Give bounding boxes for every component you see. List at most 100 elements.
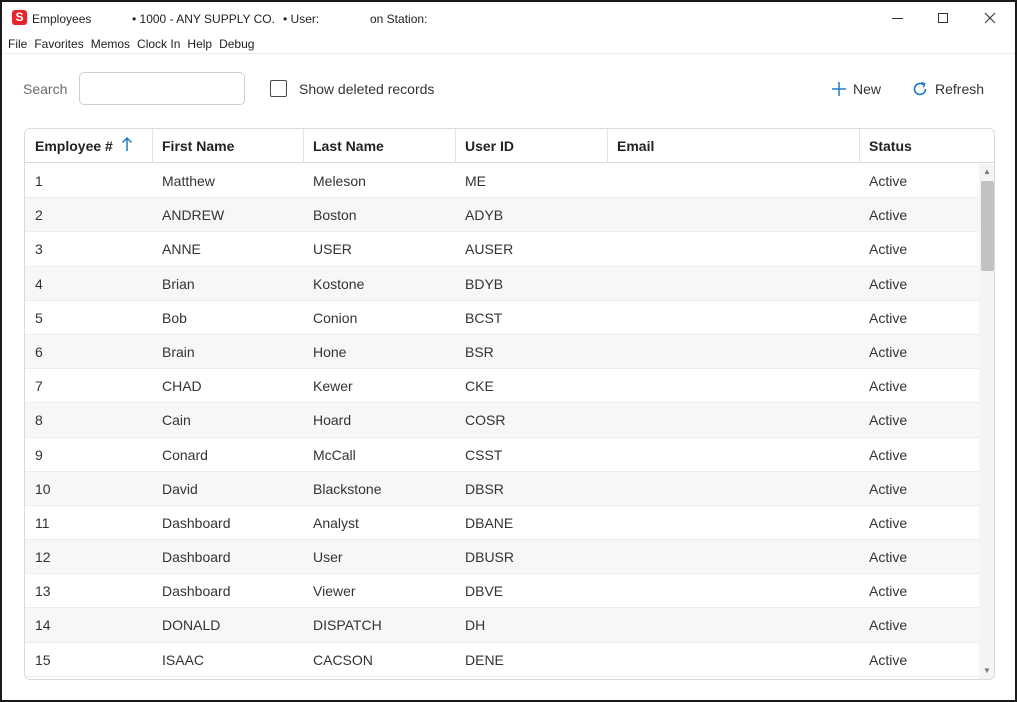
first-name-cell: Dashboard — [162, 549, 231, 566]
user-id-cell: BCST — [465, 309, 503, 326]
close-button[interactable] — [967, 2, 1013, 34]
status-cell: Active — [869, 275, 908, 292]
email-cell — [607, 472, 617, 506]
show-deleted-label[interactable]: Show deleted records — [299, 81, 434, 97]
table-row[interactable]: 13 Dashboard Viewer DBVE Active — [25, 574, 979, 609]
email-cell — [607, 403, 617, 437]
first-name-cell: Brian — [162, 275, 195, 292]
maximize-button[interactable] — [920, 2, 966, 34]
minimize-icon — [891, 17, 903, 19]
vertical-scrollbar[interactable]: ▲ ▼ — [979, 164, 994, 679]
table-row[interactable]: 1 Matthew Meleson ME Active — [25, 164, 979, 199]
status-cell: Active — [869, 343, 908, 360]
menu-divider — [2, 53, 1015, 54]
employee-number-cell: 15 — [35, 651, 51, 668]
refresh-icon — [911, 80, 929, 98]
table-row[interactable]: 10 David Blackstone DBSR Active — [25, 471, 979, 506]
new-button-label: New — [853, 81, 882, 97]
table-row[interactable]: 3 ANNE USER AUSER Active — [25, 232, 979, 267]
table-row[interactable]: 8 Cain Hoard COSR Active — [25, 403, 979, 438]
user-id-cell: CKE — [465, 378, 494, 395]
table-row[interactable]: 7 CHAD Kewer CKE Active — [25, 369, 979, 404]
last-name-cell: DISPATCH — [313, 617, 382, 634]
last-name-cell: User — [313, 549, 343, 566]
menu-bar: File Favorites Memos Clock In Help Debug — [8, 37, 261, 53]
menu-clock-in[interactable]: Clock In — [137, 37, 180, 53]
table-row[interactable]: 2 ANDREW Boston ADYB Active — [25, 198, 979, 233]
status-cell: Active — [869, 173, 908, 189]
last-name-cell: Kostone — [313, 275, 365, 292]
column-header-employee-number[interactable]: Employee # — [25, 129, 153, 163]
email-cell — [607, 267, 617, 301]
column-header-first-name[interactable]: First Name — [152, 129, 304, 163]
column-header-last-name[interactable]: Last Name — [303, 129, 456, 163]
column-header-user-id[interactable]: User ID — [455, 129, 608, 163]
new-button[interactable]: New — [831, 78, 881, 100]
user-id-cell: DBSR — [465, 480, 504, 497]
user-id-cell: AUSER — [465, 241, 514, 258]
email-cell — [607, 369, 617, 403]
user-id-cell: CSST — [465, 446, 503, 463]
first-name-cell: ANNE — [162, 241, 201, 258]
user-id-cell: BDYB — [465, 275, 504, 292]
menu-memos[interactable]: Memos — [91, 37, 130, 53]
station-label: on Station: — [370, 12, 428, 26]
last-name-cell: Hoard — [313, 412, 352, 429]
table-row[interactable]: 14 DONALD DISPATCH DH Active — [25, 608, 979, 643]
scroll-down-arrow-icon[interactable]: ▼ — [979, 664, 994, 678]
last-name-cell: Blackstone — [313, 480, 382, 497]
employee-number-cell: 5 — [35, 309, 43, 326]
user-id-cell: DBUSR — [465, 549, 515, 566]
first-name-cell: Matthew — [162, 173, 215, 189]
table-row[interactable]: 12 Dashboard User DBUSR Active — [25, 540, 979, 575]
first-name-cell: ANDREW — [162, 207, 225, 224]
refresh-button[interactable]: Refresh — [911, 78, 984, 100]
minimize-button[interactable] — [874, 2, 920, 34]
search-input[interactable] — [79, 72, 245, 105]
status-cell: Active — [869, 651, 908, 668]
column-header-email[interactable]: Email — [607, 129, 860, 163]
column-header-label: Status — [869, 138, 912, 154]
maximize-icon — [938, 13, 948, 23]
title-bar: S Employees • 1000 - ANY SUPPLY CO. • Us… — [2, 2, 1015, 36]
employee-number-cell: 7 — [35, 378, 43, 395]
last-name-cell: McCall — [313, 446, 356, 463]
user-id-cell: BSR — [465, 343, 494, 360]
user-id-cell: ADYB — [465, 207, 504, 224]
employee-number-cell: 6 — [35, 343, 43, 360]
status-cell: Active — [869, 207, 908, 224]
column-header-label: Last Name — [313, 138, 384, 154]
grid-body: 1 Matthew Meleson ME Active 2 ANDREW Boston ADYB… — [25, 164, 979, 677]
menu-file[interactable]: File — [8, 37, 27, 53]
column-header-status[interactable]: Status — [859, 129, 994, 163]
menu-favorites[interactable]: Favorites — [34, 37, 83, 53]
menu-debug[interactable]: Debug — [219, 37, 254, 53]
table-row[interactable]: 11 Dashboard Analyst DBANE Active — [25, 506, 979, 541]
column-header-label: Email — [617, 138, 655, 154]
status-cell: Active — [869, 446, 908, 463]
table-row[interactable]: 9 Conard McCall CSST Active — [25, 438, 979, 472]
close-icon — [984, 12, 996, 24]
table-row[interactable]: 6 Brain Hone BSR Active — [25, 334, 979, 370]
table-row[interactable]: 4 Brian Kostone BDYB Active — [25, 266, 979, 301]
status-cell: Active — [869, 412, 908, 429]
status-cell: Active — [869, 241, 908, 258]
scroll-thumb[interactable] — [981, 181, 994, 271]
user-id-cell: DBVE — [465, 583, 504, 600]
show-deleted-checkbox[interactable] — [270, 80, 287, 97]
menu-help[interactable]: Help — [187, 37, 212, 53]
scroll-up-arrow-icon[interactable]: ▲ — [979, 165, 994, 179]
status-cell: Active — [869, 583, 908, 600]
company-label: • 1000 - ANY SUPPLY CO. — [132, 12, 275, 26]
email-cell — [607, 198, 617, 232]
first-name-cell: Dashboard — [162, 514, 231, 531]
last-name-cell: Boston — [313, 207, 357, 224]
first-name-cell: Bob — [162, 309, 187, 326]
email-cell — [607, 643, 617, 677]
status-cell: Active — [869, 514, 908, 531]
employee-number-cell: 11 — [35, 514, 50, 531]
table-row[interactable]: 5 Bob Conion BCST Active — [25, 301, 979, 335]
last-name-cell: USER — [313, 241, 352, 258]
table-row[interactable]: 15 ISAAC CACSON DENE Active — [25, 643, 979, 677]
employee-number-cell: 13 — [35, 583, 51, 600]
